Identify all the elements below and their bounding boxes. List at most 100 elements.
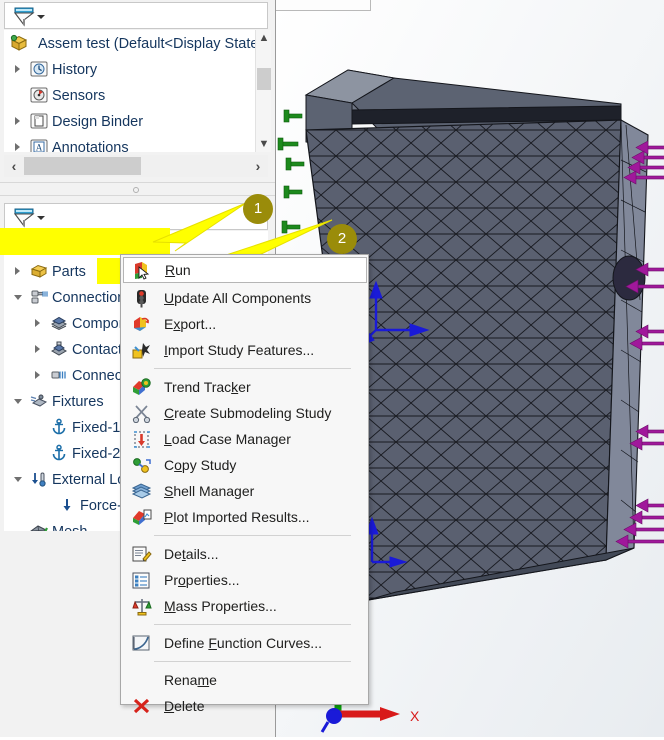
filter-bar-study[interactable] (4, 203, 268, 230)
expand-arrow-icon[interactable] (35, 345, 40, 353)
tree-vertical-scrollbar[interactable]: ▲ ▼ (255, 30, 271, 152)
chevron-down-icon[interactable] (37, 15, 45, 19)
expand-arrow-icon[interactable] (15, 117, 20, 125)
callout-badge-2: 2 (327, 224, 357, 254)
tree-item-label: Sensors (52, 87, 106, 104)
expand-arrow-icon[interactable] (15, 65, 20, 73)
menu-label-properties: Properties... (164, 572, 240, 588)
tree-root-label: Assem test (Default<Display State (38, 35, 259, 52)
menu-item-load-case-manager[interactable]: Load Case Manager (121, 426, 368, 452)
delete-icon (132, 697, 152, 716)
study-item-label: Parts (52, 263, 86, 280)
fixtures-icon (30, 392, 48, 410)
menu-item-update-all-components[interactable]: Update All Components (121, 285, 368, 311)
menu-label-load-case-manager: Load Case Manager (164, 431, 291, 447)
external-loads-icon (30, 470, 48, 488)
menu-label-run: Run (165, 262, 191, 278)
expand-arrow-icon[interactable] (35, 319, 40, 327)
trend-tracker-icon (132, 378, 152, 397)
menu-item-rename[interactable]: Rename (121, 667, 368, 693)
menu-label-import-study-features: Import Study Features... (164, 342, 315, 358)
splitter-handle-icon[interactable] (133, 187, 139, 193)
tree-item-annotations[interactable]: A Annotations (4, 134, 268, 152)
function-curves-icon (132, 634, 152, 653)
study-item-label: Mesh (52, 524, 87, 531)
mesh-icon (30, 522, 48, 531)
sensors-icon (30, 86, 48, 104)
scroll-down-icon[interactable]: ▼ (256, 136, 272, 152)
load-case-icon (132, 430, 152, 449)
menu-item-export[interactable]: Export... (121, 311, 368, 337)
connectors-icon (50, 366, 68, 384)
import-study-icon (132, 341, 152, 360)
study-item-label: Fixtures (52, 393, 104, 410)
menu-separator (154, 535, 351, 536)
contact-sets-icon (50, 340, 68, 358)
filter-funnel-icon[interactable] (13, 207, 35, 228)
menu-item-define-function-curves[interactable]: Define Function Curves... (121, 630, 368, 656)
menu-item-create-submodeling-study[interactable]: Create Submodeling Study (121, 400, 368, 426)
tree-item-label: Design Binder (52, 113, 144, 130)
expand-arrow-icon[interactable] (35, 371, 40, 379)
component-contact-icon (50, 314, 68, 332)
menu-item-delete[interactable]: Delete (121, 693, 368, 719)
menu-label-rename: Rename (164, 672, 217, 688)
menu-item-properties[interactable]: Properties... (121, 567, 368, 593)
collapse-arrow-icon[interactable] (14, 477, 22, 482)
expand-arrow-icon[interactable] (15, 143, 20, 151)
chevron-down-icon[interactable] (37, 216, 45, 220)
menu-item-run[interactable]: Run (123, 257, 367, 283)
menu-item-plot-imported-results[interactable]: Plot Imported Results... (121, 504, 368, 530)
menu-label-delete: Delete (164, 698, 205, 714)
design-binder-icon (30, 112, 48, 130)
run-icon (133, 261, 153, 280)
menu-item-import-study-features[interactable]: Import Study Features... (121, 337, 368, 363)
menu-separator (154, 624, 351, 625)
traffic-light-icon (132, 289, 152, 308)
panel-splitter[interactable] (0, 182, 275, 196)
menu-label-create-submodeling-study: Create Submodeling Study (164, 405, 332, 421)
tree-item-sensors[interactable]: Sensors (4, 82, 268, 108)
menu-label-shell-manager: Shell Manager (164, 483, 255, 499)
expand-arrow-icon[interactable] (15, 267, 20, 275)
history-icon (30, 60, 48, 78)
scroll-left-icon[interactable]: ‹ (4, 155, 24, 177)
menu-label-update-all-components: Update All Components (164, 290, 312, 306)
collapse-arrow-icon[interactable] (14, 399, 22, 404)
scroll-thumb-horizontal[interactable] (24, 157, 141, 175)
menu-item-details[interactable]: Details... (121, 541, 368, 567)
model-tree: Assem test (Default<Display State Histor… (4, 30, 268, 152)
tree-item-label: Annotations (52, 139, 129, 152)
tree-item-design-binder[interactable]: Design Binder (4, 108, 268, 134)
filter-bar-model[interactable] (4, 2, 268, 29)
menu-item-shell-manager[interactable]: Shell Manager (121, 478, 368, 504)
menu-label-export: Export... (164, 316, 217, 332)
collapse-arrow-icon[interactable] (14, 295, 22, 300)
menu-label-mass-properties: Mass Properties... (164, 598, 277, 614)
filter-funnel-icon[interactable] (13, 6, 35, 27)
highlight-static-study (0, 228, 170, 255)
tree-horizontal-scrollbar[interactable]: ‹ › (4, 155, 268, 177)
fixed-anchor-icon (50, 444, 68, 462)
tree-root-assembly[interactable]: Assem test (Default<Display State (4, 30, 268, 56)
svg-text:A: A (36, 143, 43, 153)
force-arrow-icon (58, 496, 76, 514)
details-icon (132, 545, 152, 564)
scroll-right-icon[interactable]: › (248, 155, 268, 177)
viewport-top-fragment (276, 0, 371, 11)
menu-item-trend-tracker[interactable]: Trend Tracker (121, 374, 368, 400)
menu-item-copy-study[interactable]: Copy Study (121, 452, 368, 478)
study-item-label: Fixed-2 (72, 445, 121, 462)
shell-manager-icon (131, 482, 152, 501)
export-icon (132, 315, 152, 334)
study-context-menu[interactable]: Run Update All Components Export... Impo… (120, 254, 369, 714)
menu-separator (154, 661, 351, 662)
fixed-anchor-icon (50, 418, 68, 436)
scroll-thumb[interactable] (257, 68, 271, 90)
triad-x-label: X (410, 708, 420, 724)
menu-label-trend-tracker: Trend Tracker (164, 379, 251, 395)
menu-label-copy-study: Copy Study (164, 457, 237, 473)
menu-item-mass-properties[interactable]: Mass Properties... (121, 593, 368, 619)
scroll-up-icon[interactable]: ▲ (256, 30, 272, 46)
tree-item-history[interactable]: History (4, 56, 268, 82)
